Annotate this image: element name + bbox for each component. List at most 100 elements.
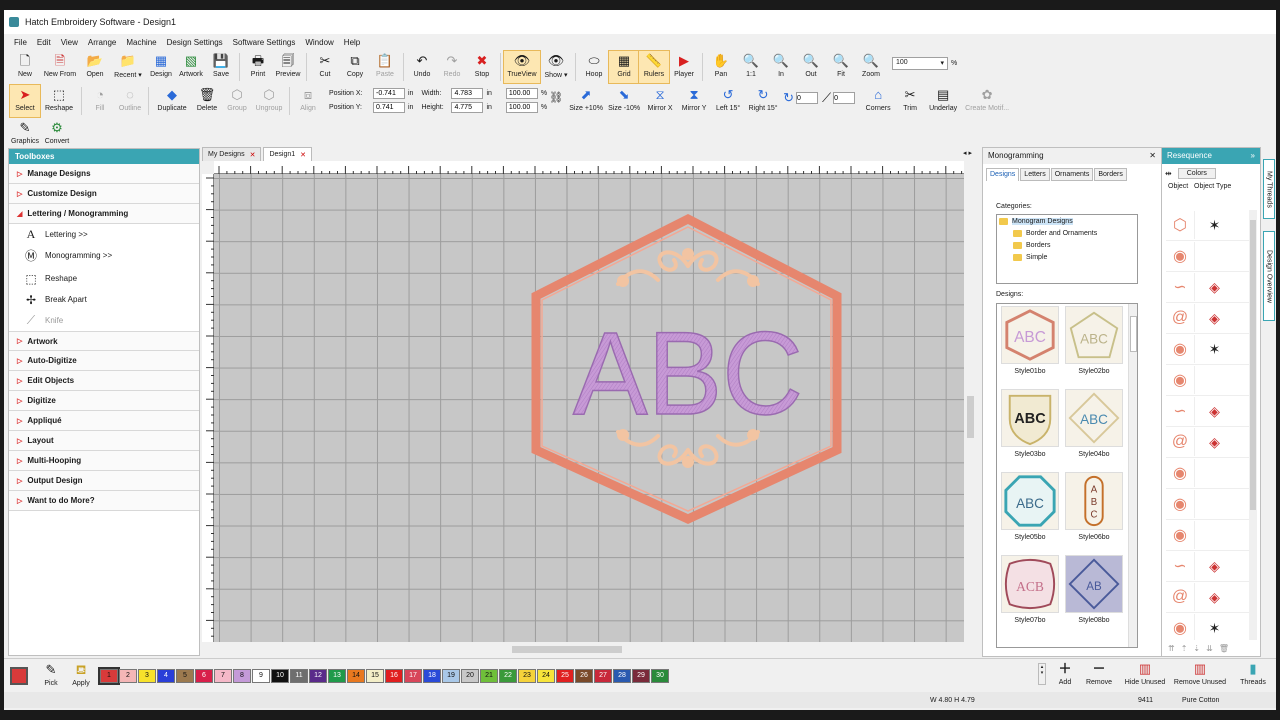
list-item[interactable]: @ ◈ xyxy=(1166,427,1250,458)
design-thumbnail[interactable]: ABC Style05bo xyxy=(1000,472,1060,541)
hoop-button[interactable]: ⬭ Hoop xyxy=(579,51,609,83)
list-item[interactable]: ◉ xyxy=(1166,241,1250,272)
columns-icon[interactable]: ⇹ xyxy=(1165,169,1172,178)
color-swatch[interactable]: 27 xyxy=(594,668,612,683)
color-swatch[interactable]: 2 xyxy=(119,668,137,683)
tab-scroll-arrows[interactable]: ◂ ▸ xyxy=(963,149,972,157)
color-swatch[interactable]: 19 xyxy=(442,668,460,683)
color-swatch[interactable]: 30 xyxy=(651,668,669,683)
position-y-input[interactable] xyxy=(373,101,405,113)
trueview-button[interactable]: 👁 TrueView xyxy=(503,50,541,84)
design-thumbnail[interactable]: ABC Style03bo xyxy=(1000,389,1060,458)
list-item[interactable]: ∽ ◈ xyxy=(1166,272,1250,303)
design-thumbnail[interactable]: ABC Style02bo xyxy=(1064,306,1124,375)
pin-icon[interactable]: » xyxy=(1251,151,1255,161)
recent-button[interactable]: 📁 Recent ▾ xyxy=(110,51,146,83)
color-swatch[interactable]: 5 xyxy=(176,668,194,683)
scroll-thumb[interactable] xyxy=(512,646,622,653)
color-swatch[interactable]: 20 xyxy=(461,668,479,683)
color-swatch[interactable]: 29 xyxy=(632,668,650,683)
color-swatch[interactable]: 22 xyxy=(499,668,517,683)
color-swatch[interactable]: 26 xyxy=(575,668,593,683)
color-swatch[interactable]: 18 xyxy=(423,668,441,683)
color-swatch[interactable]: 12 xyxy=(309,668,327,683)
color-swatch[interactable]: 6 xyxy=(195,668,213,683)
height-input[interactable] xyxy=(451,101,484,113)
apply-button[interactable]: ⛾ Apply xyxy=(66,660,96,692)
mirror-x-button[interactable]: ⧖ Mirror X xyxy=(643,85,677,117)
size-plus-button[interactable]: ⬈ Size +10% xyxy=(567,85,605,117)
toolbox-multi-hooping[interactable]: ▷ Multi-Hooping xyxy=(9,451,199,471)
create-motif-button[interactable]: ✿ Create Motif... xyxy=(961,85,1013,117)
toolbox-auto-digitize[interactable]: ▷ Auto-Digitize xyxy=(9,351,199,371)
list-item[interactable]: ◉ ✶ xyxy=(1166,613,1250,640)
list-item[interactable]: ◉ xyxy=(1166,520,1250,551)
color-swatch[interactable]: 8 xyxy=(233,668,251,683)
color-swatch[interactable]: 21 xyxy=(480,668,498,683)
color-swatch[interactable]: 11 xyxy=(290,668,308,683)
copy-button[interactable]: ⧉ Copy xyxy=(340,51,370,83)
color-swatch[interactable]: 17 xyxy=(404,668,422,683)
rulers-button[interactable]: 📏 Rulers xyxy=(638,50,670,84)
list-item[interactable]: ⬡ ✶ xyxy=(1166,210,1250,241)
new-button[interactable]: 🗋 New xyxy=(10,51,40,83)
graphics-button[interactable]: ✎ Graphics xyxy=(10,118,40,150)
tab-design1[interactable]: Design1 ✕ xyxy=(263,147,313,161)
menu-machine[interactable]: Machine xyxy=(126,38,156,47)
color-swatch[interactable]: 15 xyxy=(366,668,384,683)
designs-scrollbar[interactable] xyxy=(1128,304,1137,647)
monogram-design[interactable]: ABC xyxy=(214,174,964,642)
color-swatch[interactable]: 4 xyxy=(157,668,175,683)
current-color-swatch[interactable] xyxy=(10,666,28,685)
rotate-left-button[interactable]: ↺ Left 15° xyxy=(711,85,745,117)
hide-unused-button[interactable]: ▥ Hide Unused xyxy=(1122,659,1168,691)
tab-ornaments[interactable]: Ornaments xyxy=(1050,168,1094,181)
save-button[interactable]: 💾 Save xyxy=(206,51,236,83)
color-swatch[interactable]: 9 xyxy=(252,668,270,683)
break-apart-tool[interactable]: ✢ Break Apart xyxy=(9,289,199,310)
trim-button[interactable]: ✂ Trim xyxy=(895,85,925,117)
close-icon[interactable]: ✕ xyxy=(1149,151,1156,161)
tab-my-designs[interactable]: My Designs ✕ xyxy=(202,147,262,161)
duplicate-button[interactable]: ◆ Duplicate xyxy=(152,85,192,117)
design-thumbnail[interactable]: ABC Style06bo xyxy=(1064,472,1124,541)
category-item[interactable]: Border and Ornaments xyxy=(997,227,1137,239)
list-item[interactable]: @ ◈ xyxy=(1166,582,1250,613)
design-button[interactable]: ▦ Design xyxy=(146,51,176,83)
scroll-thumb[interactable] xyxy=(1130,316,1137,352)
reshape-button[interactable]: ⬚ Reshape xyxy=(40,85,78,117)
align-button[interactable]: ⧈ Align xyxy=(293,85,323,117)
mirror-y-button[interactable]: ⧗ Mirror Y xyxy=(677,85,711,117)
convert-button[interactable]: ⚙ Convert xyxy=(40,118,74,150)
menu-window[interactable]: Window xyxy=(305,38,333,47)
undo-button[interactable]: ↶ Undo xyxy=(407,51,437,83)
list-item[interactable]: ∽ ◈ xyxy=(1166,551,1250,582)
scroll-thumb[interactable] xyxy=(967,396,974,438)
top-ornament[interactable] xyxy=(616,248,760,287)
group-button[interactable]: ⬡ Group xyxy=(222,85,252,117)
show-button[interactable]: 👁 Show ▾ xyxy=(540,51,572,83)
design-workspace[interactable]: ABC xyxy=(214,174,964,642)
outline-button[interactable]: ◌ Outline xyxy=(115,85,145,117)
toolbox-artwork[interactable]: ▷ Artwork xyxy=(9,331,199,351)
category-item[interactable]: Monogram Designs xyxy=(997,215,1137,227)
colors-button[interactable]: Colors xyxy=(1177,168,1216,179)
menu-help[interactable]: Help xyxy=(344,38,360,47)
paste-button[interactable]: 📋 Paste xyxy=(370,51,400,83)
remove-color-button[interactable]: － Remove xyxy=(1082,659,1116,691)
remove-unused-button[interactable]: ▥ Remove Unused xyxy=(1172,659,1228,691)
monogram-letters[interactable]: ABC xyxy=(572,307,804,441)
toolbox-manage-designs[interactable]: ▷ Manage Designs xyxy=(9,164,199,184)
color-swatch[interactable]: 13 xyxy=(328,668,346,683)
tab-letters[interactable]: Letters xyxy=(1020,168,1050,181)
height-percent-input[interactable] xyxy=(505,101,538,113)
close-icon[interactable]: ✕ xyxy=(250,151,256,159)
tab-my-threads[interactable]: My Threads xyxy=(1263,159,1275,219)
rotate-right-button[interactable]: ↻ Right 15° xyxy=(745,85,781,117)
zoom-in-button[interactable]: 🔍 In xyxy=(766,51,796,83)
horizontal-scrollbar[interactable] xyxy=(214,642,964,657)
color-swatch[interactable]: 28 xyxy=(613,668,631,683)
menu-design-settings[interactable]: Design Settings xyxy=(167,38,223,47)
reshape-tool[interactable]: ⬚ Reshape xyxy=(9,268,199,289)
new-from-button[interactable]: 🗎 New From xyxy=(40,51,80,83)
